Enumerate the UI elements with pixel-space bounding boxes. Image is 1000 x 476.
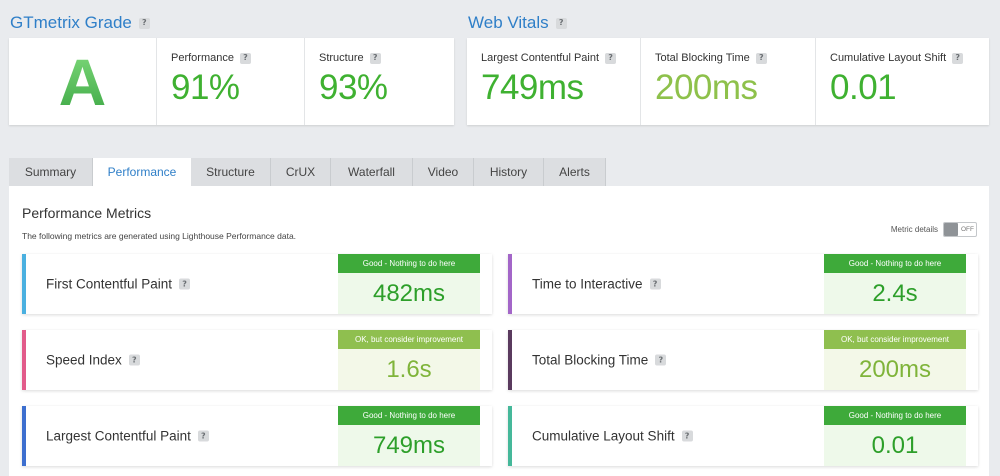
metric-card: Time to Interactive ? Good - Nothing to … [508, 254, 978, 314]
help-icon[interactable]: ? [197, 430, 209, 442]
metric-status: OK, but consider improvement [824, 330, 966, 349]
performance-score-label-row: Performance ? [171, 52, 304, 64]
vital-lcp-value: 749ms [481, 68, 584, 107]
metric-status: Good - Nothing to do here [338, 254, 480, 273]
metric-value: 0.01 [824, 425, 966, 466]
metric-badge: Good - Nothing to do here 749ms [338, 406, 480, 466]
help-icon[interactable]: ? [128, 354, 140, 366]
help-icon[interactable]: ? [655, 354, 667, 366]
performance-score-label: Performance [171, 52, 234, 64]
web-vitals-card: Largest Contentful Paint ? 749ms Total B… [467, 38, 989, 125]
metric-status: OK, but consider improvement [338, 330, 480, 349]
vital-cls: Cumulative Layout Shift ? 0.01 [816, 38, 989, 125]
help-icon[interactable]: ? [605, 52, 617, 64]
metric-status: Good - Nothing to do here [338, 406, 480, 425]
metric-status: Good - Nothing to do here [824, 254, 966, 273]
metric-badge: Good - Nothing to do here 482ms [338, 254, 480, 314]
vital-tbt-label-row: Total Blocking Time ? [655, 52, 815, 64]
web-vitals-label: Web Vitals [468, 13, 549, 32]
metric-card: Cumulative Layout Shift ? Good - Nothing… [508, 406, 978, 466]
gtmetrix-grade-title: GTmetrix Grade ? [10, 13, 150, 33]
help-icon[interactable]: ? [649, 278, 661, 290]
help-icon[interactable]: ? [952, 52, 964, 64]
performance-score: Performance ? 91% [157, 38, 305, 125]
metric-card: Speed Index ? OK, but consider improveme… [22, 330, 492, 390]
metric-badge: OK, but consider improvement 200ms [824, 330, 966, 390]
toggle-knob [944, 223, 958, 236]
metric-value: 1.6s [338, 349, 480, 390]
metric-name: Cumulative Layout Shift [532, 428, 675, 444]
metric-name-row: Speed Index ? [46, 353, 140, 368]
structure-score: Structure ? 93% [305, 38, 454, 125]
metric-name-row: Total Blocking Time ? [532, 352, 667, 368]
metric-name-row: Cumulative Layout Shift ? [532, 429, 693, 444]
help-icon[interactable]: ? [755, 52, 767, 64]
metric-name-row: Time to Interactive ? [532, 277, 661, 292]
structure-score-label: Structure [319, 52, 364, 64]
structure-score-value: 93% [319, 68, 388, 107]
tab-performance[interactable]: Performance [93, 158, 191, 186]
metric-status: Good - Nothing to do here [824, 406, 966, 425]
vital-cls-label: Cumulative Layout Shift [830, 52, 947, 64]
help-icon[interactable]: ? [239, 52, 251, 64]
metric-value: 2.4s [824, 273, 966, 314]
metric-details-label: Metric details [890, 225, 938, 234]
vital-cls-value: 0.01 [830, 68, 897, 107]
tab-video[interactable]: Video [413, 158, 474, 186]
grade-box: A [9, 38, 157, 125]
metric-details-toggle[interactable]: OFF [943, 222, 977, 237]
help-icon[interactable]: ? [681, 430, 693, 442]
panel-description: The following metrics are generated usin… [22, 231, 297, 241]
vital-lcp-label-row: Largest Contentful Paint ? [481, 52, 640, 64]
tab-structure[interactable]: Structure [191, 158, 271, 186]
metric-badge: OK, but consider improvement 1.6s [338, 330, 480, 390]
structure-score-label-row: Structure ? [319, 52, 454, 64]
vital-tbt: Total Blocking Time ? 200ms [641, 38, 816, 125]
metric-name-row: First Contentful Paint ? [46, 276, 191, 292]
help-icon[interactable]: ? [369, 52, 381, 64]
metric-name: Total Blocking Time [532, 352, 649, 368]
vital-lcp: Largest Contentful Paint ? 749ms [467, 38, 641, 125]
report-tabs: Summary Performance Structure CrUX Water… [9, 158, 606, 186]
tab-crux[interactable]: CrUX [271, 158, 331, 186]
web-vitals-title: Web Vitals ? [468, 13, 567, 33]
metric-details-control: Metric details OFF [891, 222, 977, 237]
performance-metrics-panel: Performance Metrics The following metric… [9, 186, 989, 476]
metric-name: Time to Interactive [532, 276, 643, 292]
gtmetrix-grade-label: GTmetrix Grade [10, 13, 132, 32]
vital-tbt-value: 200ms [655, 68, 758, 107]
tab-history[interactable]: History [474, 158, 544, 186]
vital-lcp-label: Largest Contentful Paint [481, 52, 600, 64]
grade-letter: A [58, 44, 107, 119]
vital-cls-label-row: Cumulative Layout Shift ? [830, 52, 989, 64]
tab-alerts[interactable]: Alerts [544, 158, 606, 186]
performance-score-value: 91% [171, 68, 240, 107]
help-icon[interactable]: ? [555, 17, 567, 29]
metric-value: 200ms [824, 349, 966, 390]
metric-badge: Good - Nothing to do here 0.01 [824, 406, 966, 466]
metric-card: Total Blocking Time ? OK, but consider i… [508, 330, 978, 390]
panel-title: Performance Metrics [22, 205, 152, 221]
metric-name-row: Largest Contentful Paint ? [46, 429, 209, 444]
gtmetrix-grade-card: A Performance ? 91% Structure ? 93% [9, 38, 454, 125]
metric-name: Speed Index [46, 352, 122, 368]
metric-name: Largest Contentful Paint [46, 428, 191, 444]
tab-waterfall[interactable]: Waterfall [331, 158, 413, 186]
metric-name: First Contentful Paint [46, 276, 173, 292]
metric-value: 482ms [338, 273, 480, 314]
vital-tbt-label: Total Blocking Time [655, 52, 750, 64]
metric-card: Largest Contentful Paint ? Good - Nothin… [22, 406, 492, 466]
metric-badge: Good - Nothing to do here 2.4s [824, 254, 966, 314]
toggle-state: OFF [961, 226, 974, 233]
metric-card: First Contentful Paint ? Good - Nothing … [22, 254, 492, 314]
help-icon[interactable]: ? [179, 278, 191, 290]
tab-summary[interactable]: Summary [9, 158, 93, 186]
help-icon[interactable]: ? [138, 17, 150, 29]
metric-value: 749ms [338, 425, 480, 466]
